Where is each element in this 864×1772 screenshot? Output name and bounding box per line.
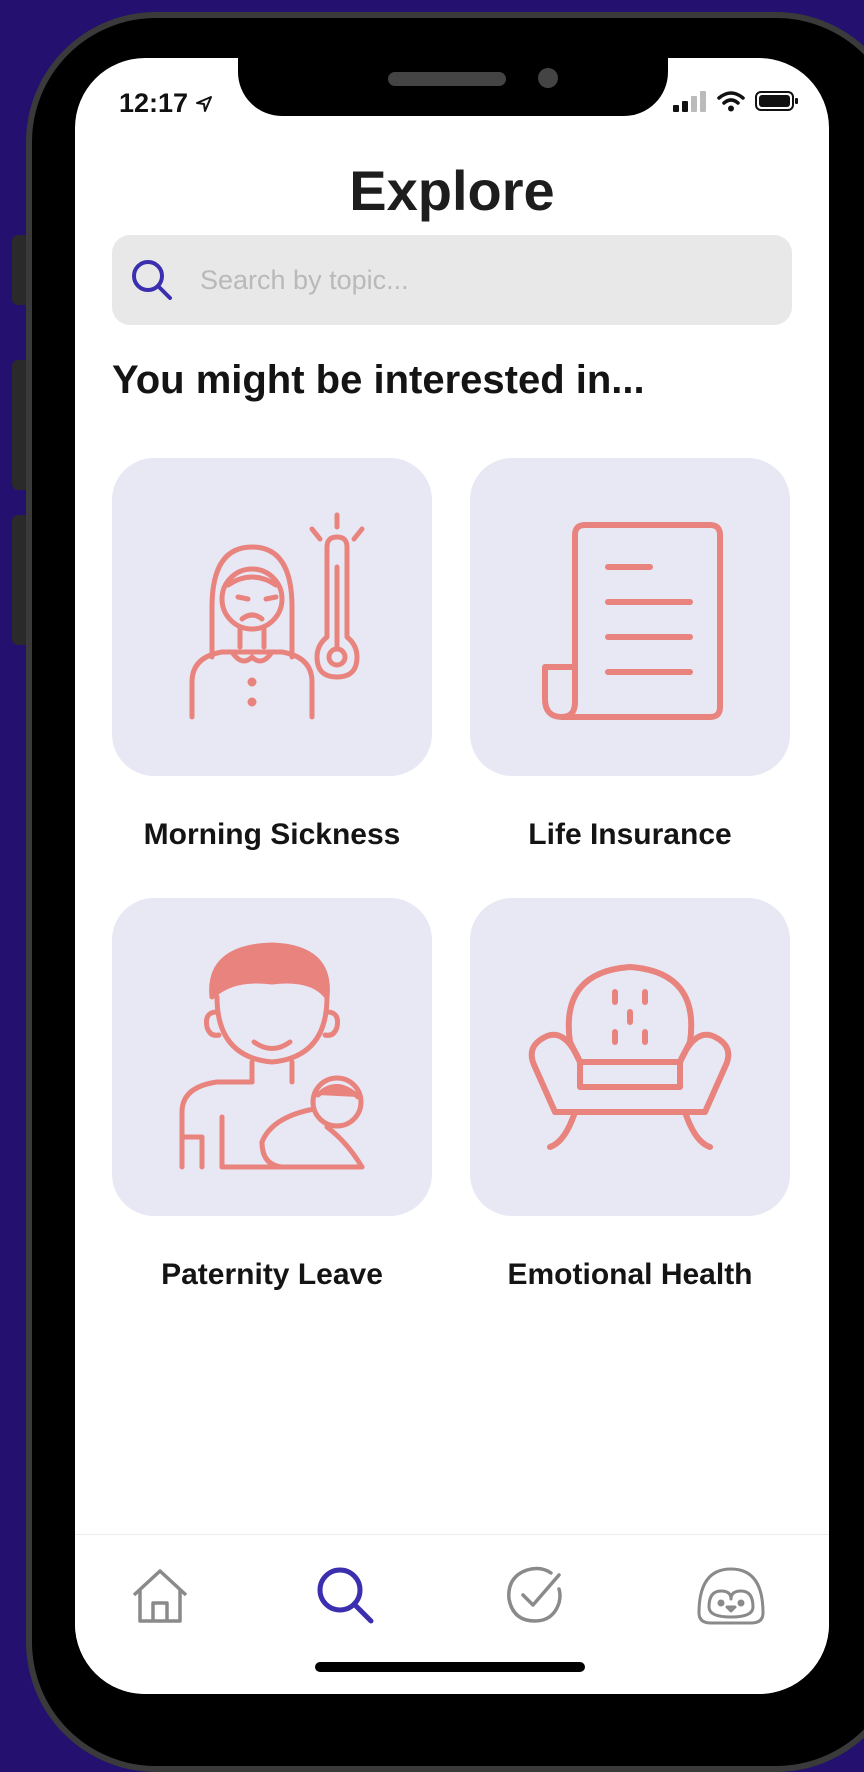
penguin-profile-icon [697,1567,765,1625]
tab-search[interactable] [305,1555,385,1635]
home-icon [132,1569,188,1623]
topic-card-emotional-health[interactable] [470,898,790,1216]
topic-card-paternity-leave[interactable] [112,898,432,1216]
app-screen: 12:17 Explore You might be inte [75,58,829,1694]
front-camera [538,68,558,88]
page-title: Explore [349,159,555,222]
speaker [388,72,506,86]
father-holding-baby-icon [179,942,365,1170]
tab-profile[interactable] [691,1555,771,1635]
search-input[interactable] [198,263,722,297]
notch [238,58,668,116]
check-circle-icon [507,1566,562,1623]
topic-card-morning-sickness[interactable] [112,458,432,776]
status-time-label: 12:17 [119,88,189,118]
topic-card-life-insurance[interactable] [470,458,790,776]
tab-checklist[interactable] [495,1555,575,1635]
search-bar[interactable] [112,235,792,325]
home-indicator[interactable] [315,1662,585,1672]
search-icon [132,260,172,300]
section-heading: You might be interested in... [112,358,645,402]
status-time: 12:17 [119,88,214,119]
topic-label-paternity-leave[interactable]: Paternity Leave [92,1258,452,1292]
sick-woman-thermometer-icon [189,512,365,720]
topic-label-morning-sickness[interactable]: Morning Sickness [92,818,452,852]
topic-label-life-insurance[interactable]: Life Insurance [450,818,810,852]
signal-icon [673,91,706,112]
topic-label-emotional-health[interactable]: Emotional Health [450,1258,810,1292]
armchair-icon [528,964,732,1150]
battery-icon [755,91,798,111]
location-arrow-icon [196,95,213,112]
document-scroll-icon [542,522,723,720]
status-icons [673,90,799,112]
tab-home[interactable] [120,1555,200,1635]
search-icon [317,1567,374,1624]
wifi-icon [717,91,745,112]
